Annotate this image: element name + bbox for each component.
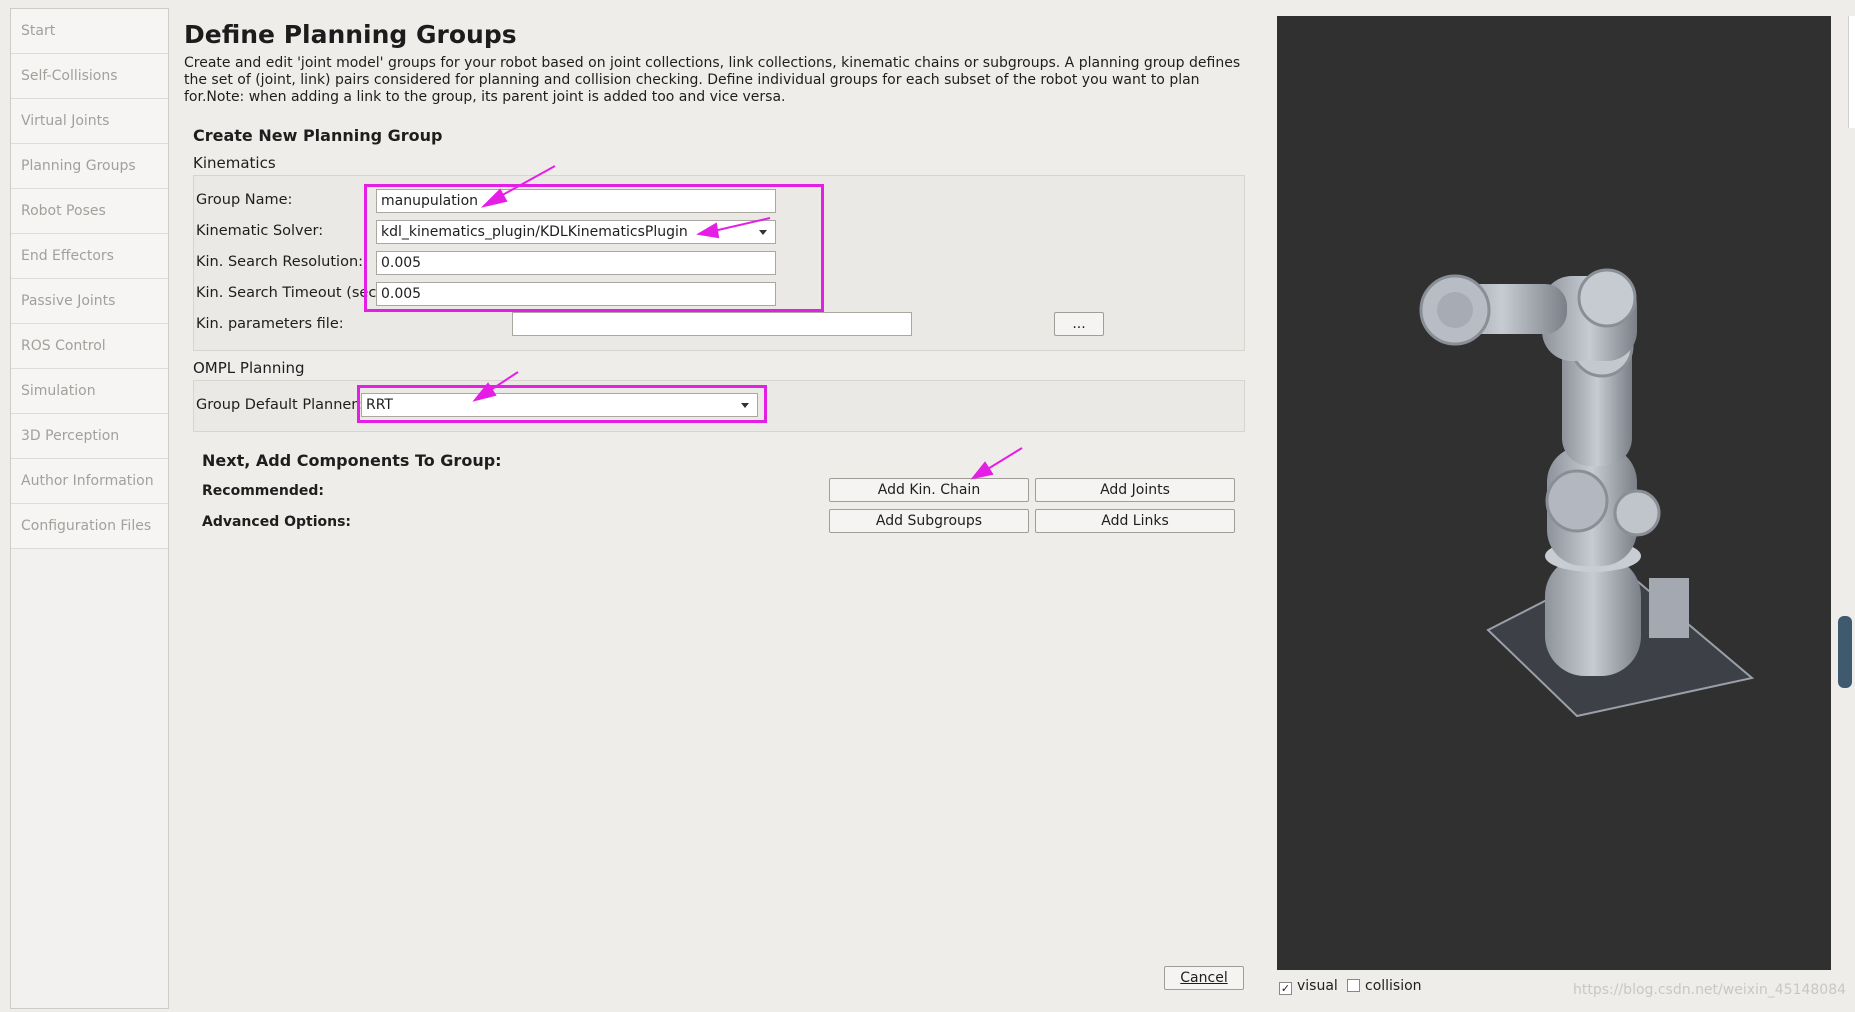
group-name-label: Group Name: xyxy=(196,192,293,208)
robot-arm-render xyxy=(1419,268,1755,718)
visual-label: visual xyxy=(1297,978,1338,994)
add-joints-button[interactable]: Add Joints xyxy=(1035,478,1235,502)
default-planner-label: Group Default Planner: xyxy=(196,397,362,413)
visual-toggle[interactable]: ✓ visual xyxy=(1279,978,1338,995)
sidebar-item-3d-perception[interactable]: 3D Perception xyxy=(11,414,168,459)
kinematics-heading: Kinematics xyxy=(193,154,276,172)
sidebar-item-start[interactable]: Start xyxy=(11,9,168,54)
search-timeout-label: Kin. Search Timeout (sec): xyxy=(196,285,387,301)
page-title: Define Planning Groups xyxy=(184,20,517,49)
main-content: Define Planning Groups Create and edit '… xyxy=(184,16,1264,106)
collision-toggle[interactable]: collision xyxy=(1347,978,1422,994)
params-file-label: Kin. parameters file: xyxy=(196,316,344,332)
sidebar-item-author-information[interactable]: Author Information xyxy=(11,459,168,504)
recommended-label: Recommended: xyxy=(202,483,324,499)
kinematic-solver-label: Kinematic Solver: xyxy=(196,223,324,239)
cancel-button[interactable]: Cancel xyxy=(1164,966,1244,990)
sidebar: Start Self-Collisions Virtual Joints Pla… xyxy=(10,8,169,1009)
advanced-options-label: Advanced Options: xyxy=(202,514,352,530)
sidebar-item-passive-joints[interactable]: Passive Joints xyxy=(11,279,168,324)
sidebar-item-end-effectors[interactable]: End Effectors xyxy=(11,234,168,279)
sidebar-item-ros-control[interactable]: ROS Control xyxy=(11,324,168,369)
sidebar-item-robot-poses[interactable]: Robot Poses xyxy=(11,189,168,234)
add-subgroups-button[interactable]: Add Subgroups xyxy=(829,509,1029,533)
side-scroll-handle[interactable] xyxy=(1838,616,1852,688)
params-file-input[interactable] xyxy=(512,312,912,336)
sidebar-item-simulation[interactable]: Simulation xyxy=(11,369,168,414)
robot-3d-viewer[interactable] xyxy=(1277,16,1831,970)
sidebar-item-self-collisions[interactable]: Self-Collisions xyxy=(11,54,168,99)
add-links-button[interactable]: Add Links xyxy=(1035,509,1235,533)
ompl-heading: OMPL Planning xyxy=(193,359,305,377)
sidebar-item-virtual-joints[interactable]: Virtual Joints xyxy=(11,99,168,144)
section-title: Create New Planning Group xyxy=(193,126,443,145)
components-heading: Next, Add Components To Group: xyxy=(202,451,502,470)
add-kin-chain-button[interactable]: Add Kin. Chain xyxy=(829,478,1029,502)
sidebar-item-planning-groups[interactable]: Planning Groups xyxy=(11,144,168,189)
kinematics-highlight-box xyxy=(364,184,824,312)
arrow-icon xyxy=(970,447,1023,480)
browse-button[interactable]: ... xyxy=(1054,312,1104,336)
collision-label: collision xyxy=(1365,978,1422,994)
cancel-label: Cancel xyxy=(1180,970,1228,986)
collision-checkbox[interactable] xyxy=(1347,979,1360,992)
planner-highlight-box xyxy=(357,385,767,423)
page-description: Create and edit 'joint model' groups for… xyxy=(184,55,1241,105)
visual-checkbox[interactable]: ✓ xyxy=(1279,982,1292,995)
window-edge xyxy=(1848,16,1855,128)
search-resolution-label: Kin. Search Resolution: xyxy=(196,254,364,270)
sidebar-item-configuration-files[interactable]: Configuration Files xyxy=(11,504,168,549)
watermark-text: https://blog.csdn.net/weixin_45148084 xyxy=(1573,982,1847,998)
